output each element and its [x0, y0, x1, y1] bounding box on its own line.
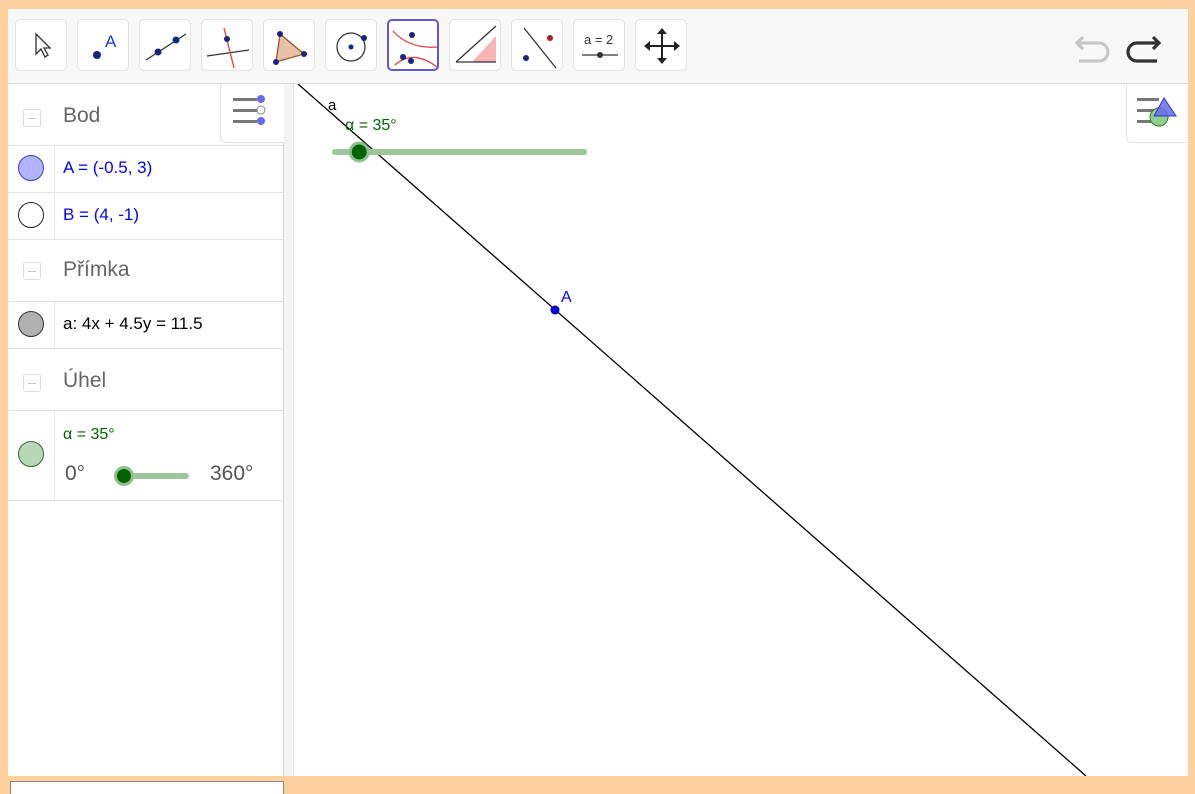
line-a-label: a — [328, 97, 337, 114]
algebra-menu-button[interactable] — [220, 84, 285, 143]
polygon-icon — [273, 31, 307, 65]
perpendicular-line-icon — [206, 27, 250, 69]
undo-button[interactable] — [1069, 23, 1117, 67]
algebra-expression[interactable]: A = (-0.5, 3) — [63, 158, 152, 178]
algebra-item-B[interactable]: B = (4, -1) — [8, 192, 283, 240]
graphics-style-button[interactable] — [1126, 84, 1188, 143]
slider-tool-label: a = 2 — [584, 32, 613, 47]
keyboard-tab[interactable] — [10, 781, 284, 794]
algebra-item-alpha[interactable]: α = 35° 0° 360° — [8, 410, 283, 501]
collapse-toggle-icon[interactable] — [23, 262, 41, 280]
move-graphics-tool-button[interactable] — [635, 19, 687, 71]
graphics-style-icon — [1137, 97, 1177, 127]
algebra-item-A[interactable]: A = (-0.5, 3) — [8, 145, 283, 193]
angle-icon — [455, 25, 497, 63]
collapse-toggle-icon[interactable] — [23, 109, 41, 127]
visibility-marble-icon[interactable] — [18, 311, 44, 337]
point-tool-label: A — [105, 32, 117, 51]
slider-caption: α = 35° — [345, 117, 397, 134]
angle-tool-button[interactable] — [449, 19, 501, 71]
menu-settings-icon — [233, 95, 266, 125]
visibility-marble-icon[interactable] — [18, 155, 44, 181]
algebra-slider-knob[interactable] — [114, 466, 135, 486]
point-tool-button[interactable]: A — [77, 19, 129, 71]
polygon-tool-button[interactable] — [263, 19, 315, 71]
algebra-view: Bod A = (-0.5, 3) B = (4, -1) Přímka a: … — [8, 84, 284, 776]
redo-button[interactable] — [1119, 23, 1167, 67]
conic-tool-button[interactable] — [387, 19, 439, 71]
line-tool-button[interactable] — [139, 19, 191, 71]
visibility-marble-icon[interactable] — [18, 202, 44, 228]
cursor-arrow-icon — [35, 32, 52, 58]
slider-tool-button[interactable]: a = 2 — [573, 19, 625, 71]
algebra-item-a[interactable]: a: 4x + 4.5y = 11.5 — [8, 301, 283, 349]
category-label: Bod — [63, 104, 101, 127]
point-A[interactable] — [550, 305, 560, 315]
line-a[interactable] — [297, 83, 1087, 776]
move-graphics-view-icon — [644, 28, 680, 64]
line-through-points-icon — [145, 33, 187, 61]
collapse-toggle-icon[interactable] — [23, 374, 41, 392]
geogebra-app: A a = 2 Bod A = (-0.5, 3) B = (4, -1) Př… — [8, 9, 1188, 776]
graphics-view[interactable]: a A α = 35° — [294, 83, 1188, 776]
point-icon: A — [93, 32, 117, 59]
toolbar: A a = 2 — [8, 9, 1188, 84]
graphics-canvas: a A α = 35° — [297, 83, 1087, 776]
algebra-expression[interactable]: a: 4x + 4.5y = 11.5 — [63, 314, 203, 334]
slider-min-label: 0° — [65, 462, 86, 485]
slider-max-label: 360° — [210, 462, 254, 485]
category-primka[interactable]: Přímka — [8, 239, 283, 302]
point-A-label: A — [561, 289, 572, 306]
visibility-marble-icon[interactable] — [18, 441, 44, 467]
algebra-expression[interactable]: α = 35° — [63, 426, 115, 444]
reflect-tool-button[interactable] — [511, 19, 563, 71]
view-divider[interactable] — [284, 84, 294, 776]
category-label: Přímka — [63, 258, 130, 281]
reflect-about-line-icon — [523, 27, 557, 69]
circle-tool-button[interactable] — [325, 19, 377, 71]
hyperbola-icon — [392, 30, 438, 68]
category-label: Úhel — [63, 369, 107, 392]
undo-icon — [1074, 35, 1110, 63]
circle-center-point-icon — [336, 32, 367, 62]
category-uhel[interactable]: Úhel — [8, 348, 283, 411]
algebra-expression[interactable]: B = (4, -1) — [63, 205, 139, 225]
graphics-slider-knob[interactable] — [348, 141, 370, 163]
redo-icon — [1126, 35, 1162, 63]
slider-icon: a = 2 — [582, 32, 618, 58]
perpendicular-line-tool-button[interactable] — [201, 19, 253, 71]
move-tool-button[interactable] — [15, 19, 67, 71]
